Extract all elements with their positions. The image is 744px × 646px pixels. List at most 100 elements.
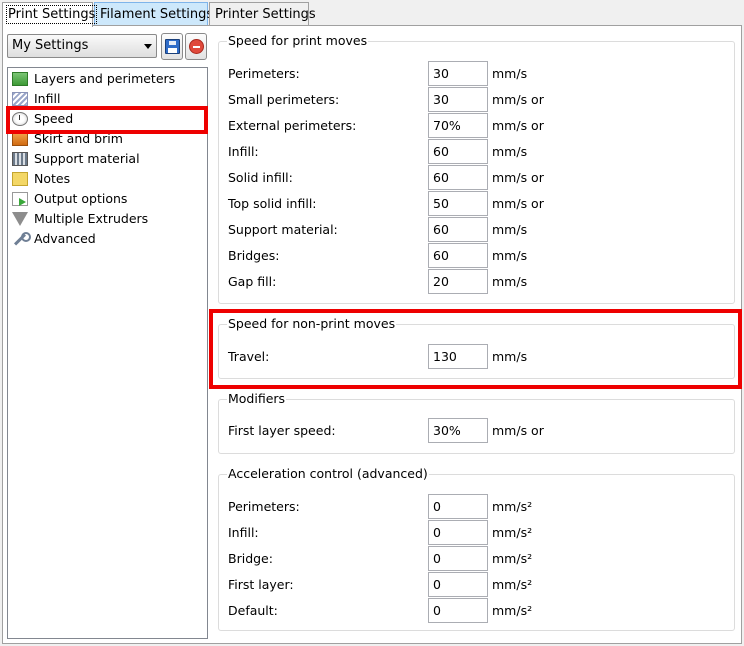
- sidebar-item-infill[interactable]: Infill: [12, 89, 202, 108]
- travel-speed-input[interactable]: [428, 344, 488, 369]
- default-acceleration-input[interactable]: [428, 598, 488, 623]
- funnel-icon: [12, 211, 28, 226]
- tab-label: Filament Settings: [100, 7, 214, 22]
- infill-icon: [12, 91, 28, 106]
- preset-selected-value: My Settings: [12, 38, 89, 53]
- bridge-acceleration-input[interactable]: [428, 546, 488, 571]
- small-perimeters-speed-input[interactable]: [428, 87, 488, 112]
- unit-label: mm/s²: [492, 499, 533, 514]
- sidebar-item-label: Layers and perimeters: [34, 71, 176, 86]
- setting-row-travel: Travel: mm/s: [219, 344, 734, 370]
- sidebar-item-label: Output options: [34, 191, 128, 206]
- tab-print-settings[interactable]: Print Settings: [2, 2, 98, 27]
- sidebar-item-layers-and-perimeters[interactable]: Layers and perimeters: [12, 69, 202, 88]
- setting-label: Infill:: [228, 144, 259, 159]
- sidebar-item-label: Advanced: [34, 231, 96, 246]
- setting-row-solid-infill: Solid infill: mm/s or: [219, 165, 734, 191]
- unit-label: mm/s or: [492, 92, 544, 107]
- sidebar-item-label: Speed: [34, 111, 74, 126]
- unit-label: mm/s: [492, 144, 528, 159]
- setting-label: Top solid infill:: [228, 196, 317, 211]
- setting-label: Small perimeters:: [228, 92, 340, 107]
- setting-row-perimeters: Perimeters: mm/s: [219, 61, 734, 87]
- layers-icon: [12, 71, 28, 86]
- setting-label: First layer:: [228, 577, 294, 592]
- unit-label: mm/s or: [492, 196, 544, 211]
- group-speed-print-moves: Speed for print moves Perimeters: mm/s S…: [218, 33, 735, 304]
- group-title: Acceleration control (advanced): [227, 466, 429, 481]
- sidebar-item-output-options[interactable]: Output options: [12, 189, 202, 208]
- save-icon: [165, 39, 180, 54]
- perimeters-acceleration-input[interactable]: [428, 494, 488, 519]
- unit-label: mm/s: [492, 274, 528, 289]
- group-acceleration-control: Acceleration control (advanced) Perimete…: [218, 466, 735, 631]
- sidebar-item-label: Infill: [34, 91, 61, 106]
- group-title: Modifiers: [227, 391, 287, 406]
- unit-label: mm/s²: [492, 551, 533, 566]
- setting-label: Bridge:: [228, 551, 273, 566]
- infill-speed-input[interactable]: [428, 139, 488, 164]
- save-preset-button[interactable]: [161, 33, 183, 60]
- sidebar-item-support-material[interactable]: Support material: [12, 149, 202, 168]
- sidebar-item-label: Skirt and brim: [34, 131, 123, 146]
- setting-label: Support material:: [228, 222, 338, 237]
- support-material-speed-input[interactable]: [428, 217, 488, 242]
- sidebar-item-notes[interactable]: Notes: [12, 169, 202, 188]
- sidebar-item-multiple-extruders[interactable]: Multiple Extruders: [12, 209, 202, 228]
- setting-label: External perimeters:: [228, 118, 357, 133]
- tab-label: Print Settings: [5, 5, 98, 24]
- delete-preset-button[interactable]: [185, 33, 207, 60]
- setting-label: Infill:: [228, 525, 259, 540]
- group-title: Speed for print moves: [227, 33, 369, 48]
- setting-row-bridges: Bridges: mm/s: [219, 243, 734, 269]
- wrench-icon: [12, 231, 31, 246]
- first-layer-acceleration-input[interactable]: [428, 572, 488, 597]
- top-solid-infill-speed-input[interactable]: [428, 191, 488, 216]
- tab-filament-settings[interactable]: Filament Settings: [94, 2, 213, 26]
- unit-label: mm/s²: [492, 603, 533, 618]
- tab-label: Printer Settings: [215, 7, 316, 22]
- unit-label: mm/s: [492, 222, 528, 237]
- solid-infill-speed-input[interactable]: [428, 165, 488, 190]
- unit-label: mm/s²: [492, 577, 533, 592]
- sidebar-item-skirt-and-brim[interactable]: Skirt and brim: [12, 129, 202, 148]
- preset-dropdown[interactable]: My Settings: [7, 34, 157, 58]
- setting-row-accel-bridge: Bridge: mm/s²: [219, 546, 734, 572]
- skirt-icon: [12, 131, 28, 146]
- unit-label: mm/s or: [492, 170, 544, 185]
- setting-label: Bridges:: [228, 248, 280, 263]
- gap-fill-speed-input[interactable]: [428, 269, 488, 294]
- infill-acceleration-input[interactable]: [428, 520, 488, 545]
- setting-label: Default:: [228, 603, 278, 618]
- chevron-down-icon: [144, 44, 152, 49]
- unit-label: mm/s: [492, 248, 528, 263]
- sidebar-item-advanced[interactable]: Advanced: [12, 229, 202, 248]
- sidebar-item-label: Multiple Extruders: [34, 211, 149, 226]
- unit-label: mm/s²: [492, 525, 533, 540]
- setting-row-accel-first-layer: First layer: mm/s²: [219, 572, 734, 598]
- setting-row-infill: Infill: mm/s: [219, 139, 734, 165]
- setting-row-accel-infill: Infill: mm/s²: [219, 520, 734, 546]
- setting-label: Perimeters:: [228, 66, 300, 81]
- unit-label: mm/s or: [492, 423, 544, 438]
- setting-label: Solid infill:: [228, 170, 293, 185]
- unit-label: mm/s or: [492, 118, 544, 133]
- first-layer-speed-input[interactable]: [428, 418, 488, 443]
- perimeters-speed-input[interactable]: [428, 61, 488, 86]
- group-title: Speed for non-print moves: [227, 316, 397, 331]
- setting-row-external-perimeters: External perimeters: mm/s or: [219, 113, 734, 139]
- tab-printer-settings[interactable]: Printer Settings: [209, 2, 316, 26]
- setting-row-support-material: Support material: mm/s: [219, 217, 734, 243]
- unit-label: mm/s: [492, 349, 528, 364]
- unit-label: mm/s: [492, 66, 528, 81]
- delete-icon: [189, 39, 204, 54]
- setting-label: Gap fill:: [228, 274, 277, 289]
- setting-label: First layer speed:: [228, 423, 336, 438]
- external-perimeters-speed-input[interactable]: [428, 113, 488, 138]
- bridges-speed-input[interactable]: [428, 243, 488, 268]
- setting-row-first-layer-speed: First layer speed: mm/s or: [219, 418, 734, 444]
- notes-icon: [12, 171, 28, 186]
- output-icon: [12, 191, 28, 206]
- group-modifiers: Modifiers First layer speed: mm/s or: [218, 391, 735, 454]
- sidebar-item-speed[interactable]: Speed: [12, 109, 202, 128]
